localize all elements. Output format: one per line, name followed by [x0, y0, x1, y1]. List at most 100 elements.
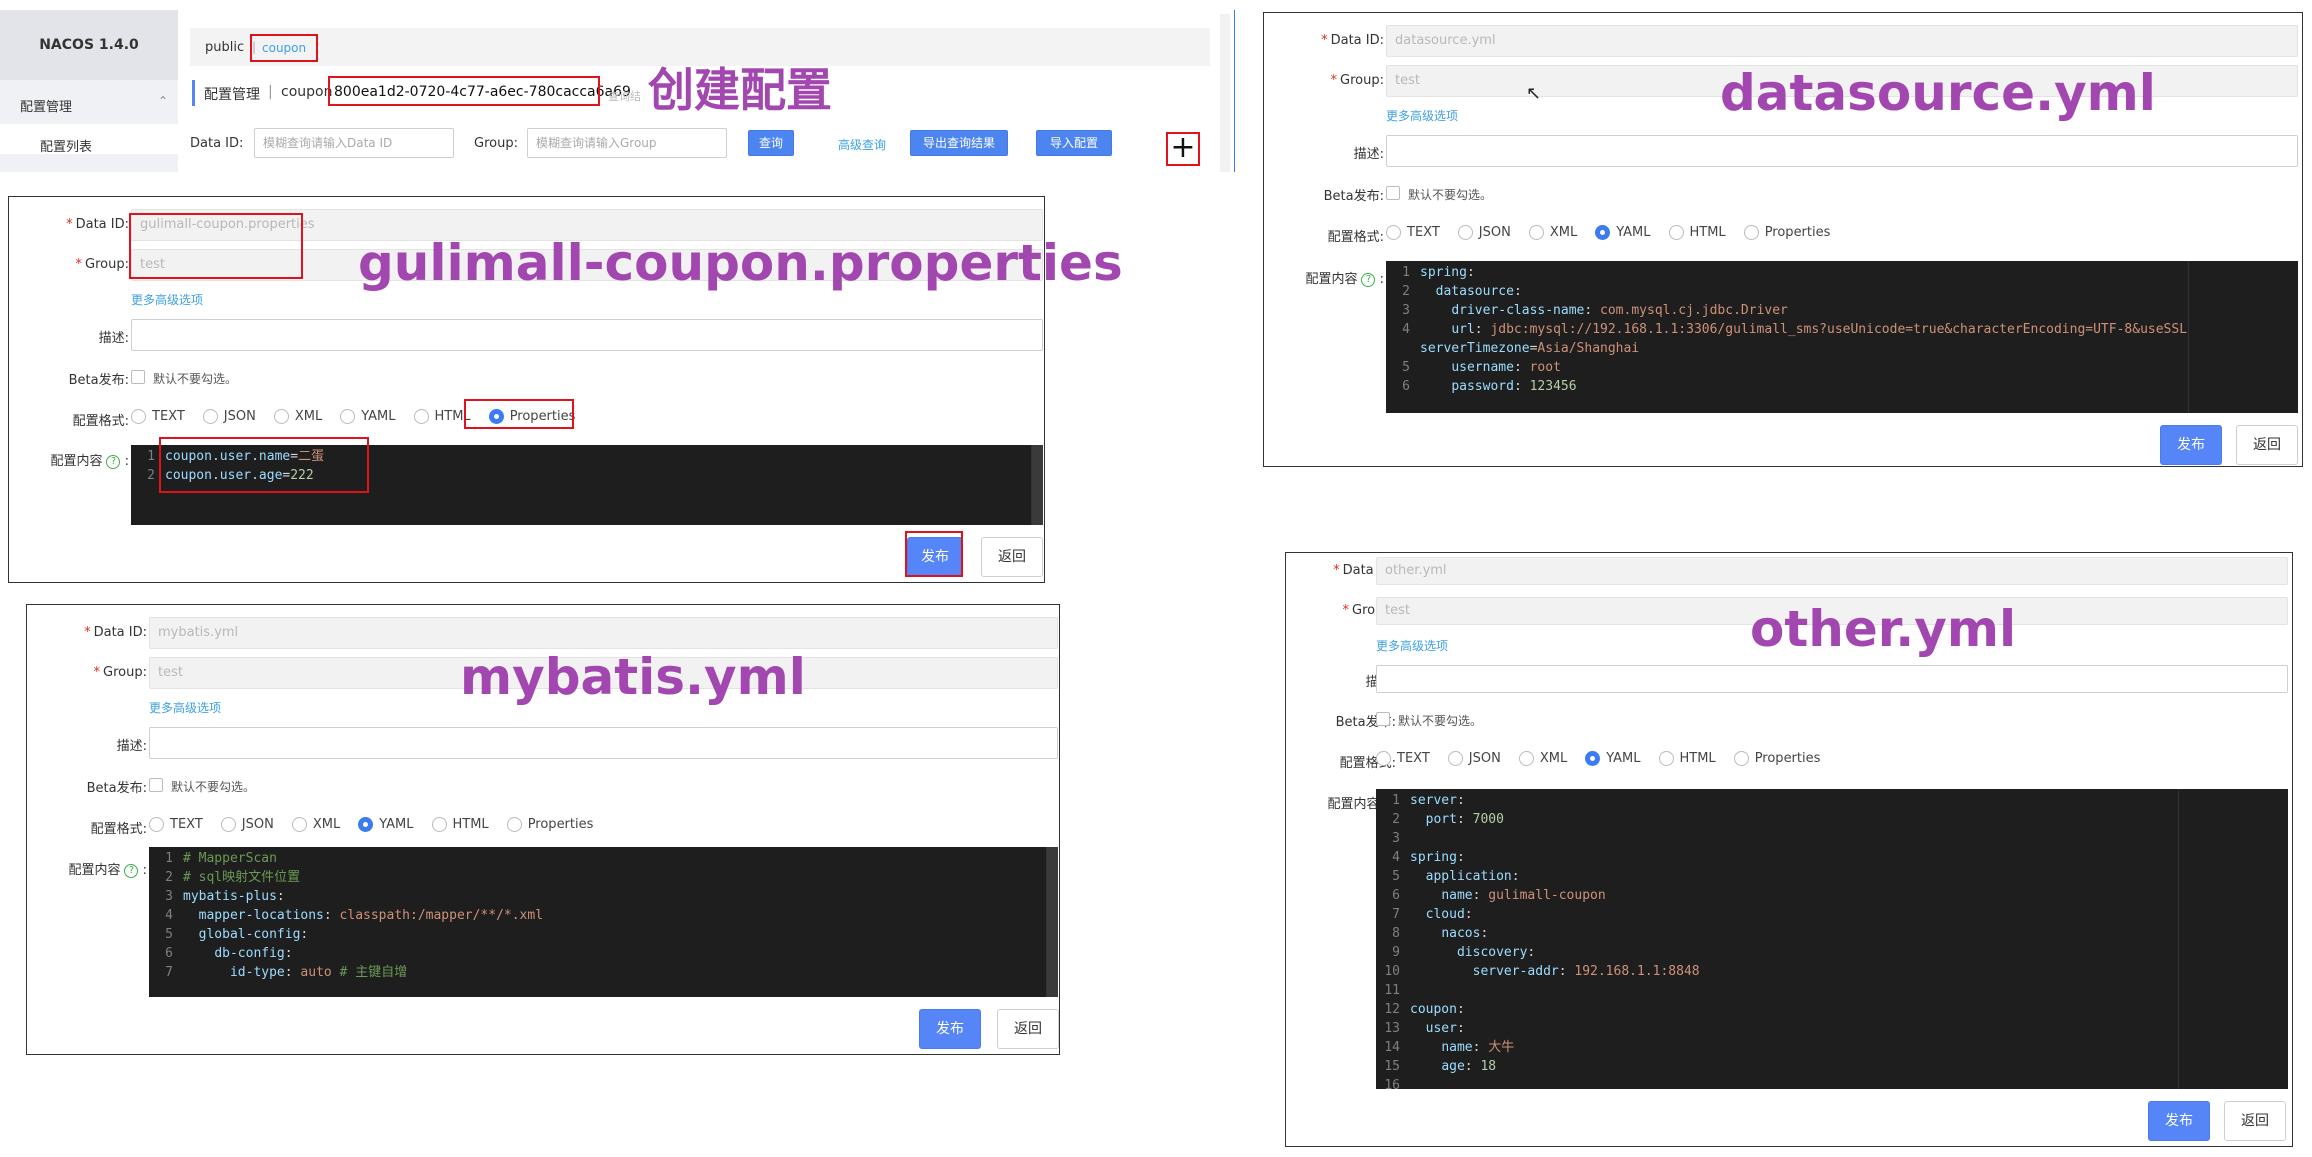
format-xml[interactable]: XML — [1518, 751, 1567, 766]
content-editor[interactable]: 1 # MapperScan 2 # sql映射文件位置 3 mybatis-plus: 4… — [149, 847, 1058, 997]
publish-button[interactable]: 发布 — [2148, 1101, 2210, 1141]
highlight-box — [464, 399, 574, 429]
desc-label: 描述: — [116, 739, 147, 754]
publish-button[interactable]: 发布 — [919, 1009, 981, 1049]
code-line: 3 driver-class-name: com.mysql.cj.jdbc.D… — [1402, 303, 1788, 318]
annotation-mybatis: mybatis.yml — [460, 648, 806, 706]
group-filter-label: Group: — [474, 136, 518, 151]
format-text[interactable]: TEXT — [131, 409, 185, 424]
content-label: 配置内容? : — [50, 454, 129, 469]
format-html[interactable]: HTML — [413, 409, 471, 424]
format-yaml[interactable]: YAML — [340, 409, 396, 424]
format-xml[interactable]: XML — [273, 409, 322, 424]
format-html[interactable]: HTML — [1658, 751, 1716, 766]
group-filter-input[interactable]: 模糊查询请输入Group — [527, 128, 727, 158]
mouse-cursor-icon: ↖ — [1526, 83, 1542, 104]
format-text[interactable]: TEXT — [149, 817, 203, 832]
export-button[interactable]: 导出查询结果 — [910, 130, 1008, 156]
format-text[interactable]: TEXT — [1386, 225, 1440, 240]
page-title: 配置管理 — [204, 87, 260, 103]
chevron-up-icon[interactable]: ⌃ — [158, 94, 168, 108]
desc-input[interactable] — [1386, 135, 2298, 167]
format-yaml[interactable]: YAML — [1585, 751, 1641, 766]
format-properties[interactable]: Properties — [1743, 225, 1830, 240]
content-label: 配置内容? : — [1305, 272, 1384, 287]
editor-lines: 1 spring: 2 datasource: 3 driver-class-name… — [1386, 261, 2298, 396]
advanced-query-link[interactable]: 高级查询 — [838, 136, 886, 153]
format-yaml[interactable]: YAML — [358, 817, 414, 832]
back-button[interactable]: 返回 — [2224, 1101, 2286, 1141]
code-line: 2 port: 7000 — [1392, 812, 1504, 827]
format-xml[interactable]: XML — [291, 817, 340, 832]
annotation-other: other.yml — [1750, 600, 2017, 658]
format-text[interactable]: TEXT — [1376, 751, 1430, 766]
format-json[interactable]: JSON — [1457, 225, 1511, 240]
format-html[interactable]: HTML — [431, 817, 489, 832]
help-icon[interactable]: ? — [1361, 272, 1376, 287]
editor-scrollbar[interactable] — [1046, 847, 1058, 997]
annotation-props: gulimall-coupon.properties — [358, 234, 1123, 292]
namespace-public[interactable]: public — [205, 40, 244, 55]
editor-minimap[interactable] — [2178, 789, 2288, 1089]
scrollbar[interactable] — [1220, 14, 1230, 172]
format-xml[interactable]: XML — [1528, 225, 1577, 240]
code-line: 7 cloud: — [1392, 907, 1473, 922]
code-line: serverTimezone=Asia/Shanghai — [1420, 341, 1640, 356]
group-label: * Group: — [1330, 73, 1384, 88]
more-options-link[interactable]: 更多高级选项 — [1376, 637, 1448, 654]
publish-button[interactable]: 发布 — [2160, 425, 2222, 465]
beta-checkbox[interactable] — [131, 370, 145, 384]
code-line: 5 username: root — [1402, 360, 1561, 375]
more-options-link[interactable]: 更多高级选项 — [1386, 107, 1458, 124]
beta-checkbox[interactable] — [1376, 712, 1390, 726]
format-properties[interactable]: Properties — [506, 817, 593, 832]
back-button[interactable]: 返回 — [981, 537, 1043, 577]
content-editor[interactable]: 1 server: 2 port: 7000 3 4 spring: 5 applicati… — [1376, 789, 2288, 1089]
annotation-create: 创建配置 — [648, 63, 832, 117]
dataid-input[interactable]: mybatis.yml — [149, 617, 1058, 649]
code-line: 2 datasource: — [1402, 284, 1522, 299]
nacos-list-panel: NACOS 1.4.0 配置管理 ⌃ 配置列表 public | coupon … — [0, 0, 1235, 172]
format-yaml[interactable]: YAML — [1595, 225, 1651, 240]
code-line: 1 server: — [1392, 793, 1465, 808]
sidebar: NACOS 1.4.0 配置管理 ⌃ 配置列表 — [0, 10, 178, 172]
back-button[interactable]: 返回 — [2236, 425, 2298, 465]
highlight-box — [328, 76, 600, 106]
help-icon[interactable]: ? — [106, 454, 121, 469]
dataid-input[interactable]: other.yml — [1376, 557, 2288, 585]
dataid-filter-input[interactable]: 模糊查询请输入Data ID — [254, 128, 454, 158]
query-button[interactable]: 查询 — [748, 130, 794, 156]
more-options-link[interactable]: 更多高级选项 — [149, 699, 221, 716]
code-line: 3 mybatis-plus: — [165, 889, 285, 904]
format-json[interactable]: JSON — [220, 817, 274, 832]
sidebar-item-config-list[interactable]: 配置列表 — [40, 136, 92, 155]
beta-hint: 默认不要勾选。 — [1408, 188, 1493, 202]
format-json[interactable]: JSON — [202, 409, 256, 424]
content-editor[interactable]: 1 spring: 2 datasource: 3 driver-class-name… — [1386, 261, 2298, 413]
editor-minimap[interactable] — [2188, 261, 2298, 413]
dataid-input[interactable]: datasource.yml — [1386, 25, 2298, 57]
code-line: 8 nacos: — [1392, 926, 1489, 941]
editor-scrollbar[interactable] — [1031, 445, 1043, 525]
code-line: 4 url: jdbc:mysql://192.168.1.1:3306/gul… — [1402, 322, 2188, 337]
format-properties[interactable]: Properties — [1733, 751, 1820, 766]
desc-input[interactable] — [131, 319, 1043, 351]
format-radio-group: TEXT JSON XML YAML HTML Properties — [149, 817, 611, 832]
beta-label: Beta发布: — [86, 781, 147, 796]
highlight-box — [905, 531, 963, 577]
beta-checkbox[interactable] — [149, 778, 163, 792]
import-button[interactable]: 导入配置 — [1036, 130, 1112, 156]
format-label: 配置格式: — [90, 822, 147, 837]
beta-label: Beta发布: — [68, 373, 129, 388]
more-options-link[interactable]: 更多高级选项 — [131, 291, 203, 308]
sidebar-item-config-mgmt[interactable]: 配置管理 — [20, 96, 72, 115]
desc-input[interactable] — [149, 727, 1058, 759]
editor-lines: 1 # MapperScan 2 # sql映射文件位置 3 mybatis-plus: 4… — [149, 847, 1058, 982]
back-button[interactable]: 返回 — [997, 1009, 1059, 1049]
format-html[interactable]: HTML — [1668, 225, 1726, 240]
desc-input[interactable] — [1376, 665, 2288, 693]
beta-checkbox[interactable] — [1386, 186, 1400, 200]
help-icon[interactable]: ? — [124, 863, 139, 878]
add-config-button[interactable]: + — [1166, 132, 1200, 166]
format-json[interactable]: JSON — [1447, 751, 1501, 766]
